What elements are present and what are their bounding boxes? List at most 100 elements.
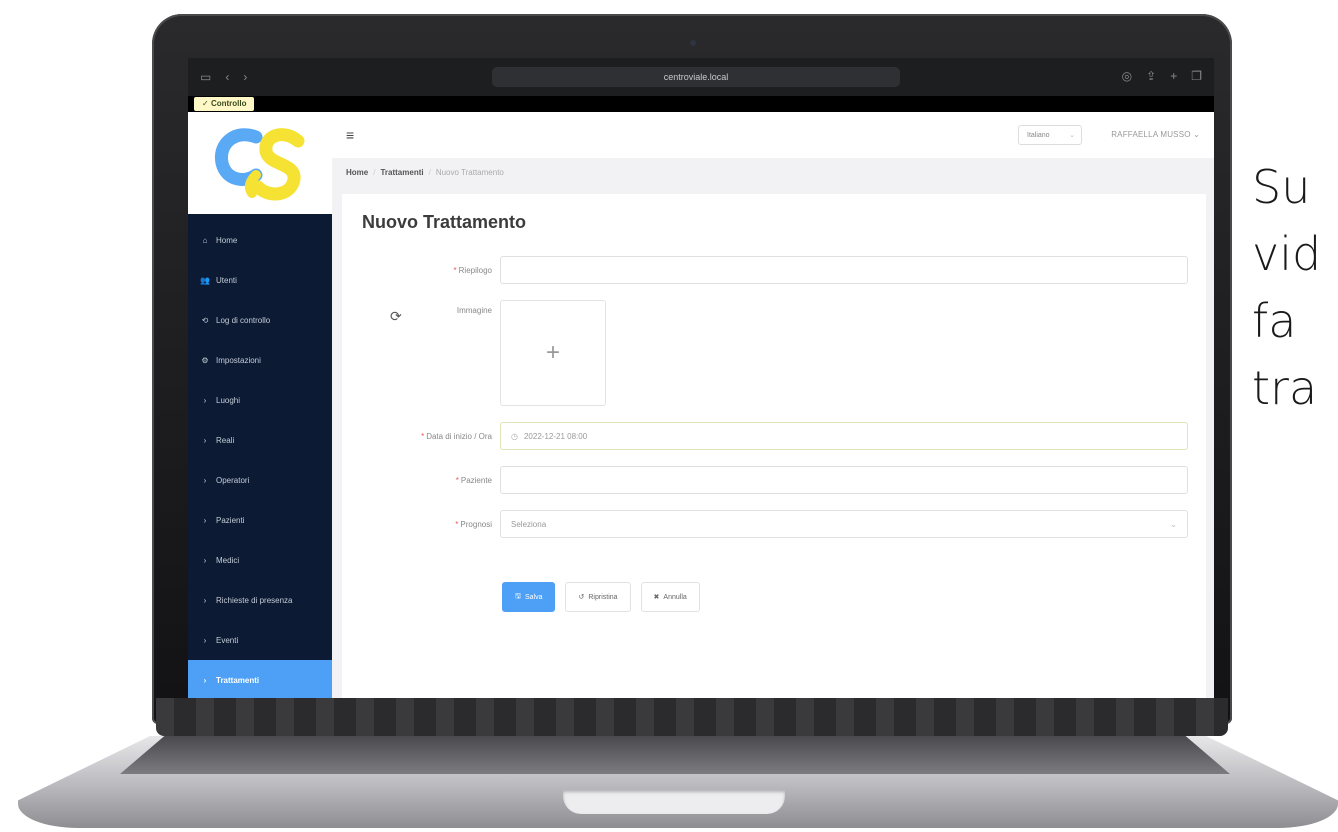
save-icon: 🖫 — [515, 592, 521, 600]
sidebar-nav: ⌂ Home 👥 Utenti ⟲ Log di controllo ⚙ Impostazio… — [188, 214, 332, 700]
sidebar-item-eventi[interactable]: › Eventi — [188, 620, 332, 660]
cancel-button[interactable]: ✖ Annulla — [640, 582, 700, 612]
sidebar-item-label: Log di controllo — [216, 315, 271, 325]
sidebar-item-operatori[interactable]: › Operatori — [188, 460, 332, 500]
page-title: Nuovo Trattamento — [362, 212, 527, 232]
side-caption: Su vid fa tra — [1252, 154, 1321, 422]
sidebar-item-pazienti[interactable]: › Pazienti — [188, 500, 332, 540]
close-icon: ✖ — [653, 594, 660, 601]
sidebar-item-label: Eventi — [216, 635, 239, 645]
sidebar-item-label: Home — [216, 235, 238, 245]
sidebar-item-richieste-di-presenza[interactable]: › Richieste di presenza — [188, 580, 332, 620]
gear-icon: ⚙ — [201, 355, 209, 365]
new-tab-icon[interactable]: + — [1170, 69, 1177, 83]
laptop-hinge — [156, 698, 1228, 736]
reset-button-label: Ripristina — [588, 593, 618, 601]
breadcrumb-home[interactable]: Home — [346, 168, 368, 177]
breadcrumb-section[interactable]: Trattamenti — [380, 168, 423, 177]
users-icon: 👥 — [200, 275, 210, 285]
sidebar-item-medici[interactable]: › Medici — [188, 540, 332, 580]
sidebar-item-label: Impostazioni — [216, 355, 261, 365]
sidebar-item-label: Operatori — [216, 475, 250, 485]
laptop-notch — [563, 790, 785, 814]
hamburger-menu-icon[interactable]: ≡ — [346, 127, 354, 143]
browser-toolbar: ▭ ‹ › centroviale.local ◎ ⇪ + ❐ — [188, 58, 1214, 96]
sidebar-item-label: Trattamenti — [216, 675, 260, 685]
riepilogo-input[interactable] — [500, 256, 1188, 284]
datetime-input[interactable]: ◷ 2022-12-21 08:00 — [500, 422, 1188, 450]
laptop-screen: ▭ ‹ › centroviale.local ◎ ⇪ + ❐ ✓ Contro… — [188, 58, 1214, 712]
paziente-label: * Paziente — [455, 475, 492, 485]
form-row-prognosi: * Prognosi Seleziona ⌄ — [342, 510, 1188, 538]
sidebar-item-trattamenti[interactable]: › Trattamenti — [188, 660, 332, 700]
laptop-lid: ▭ ‹ › centroviale.local ◎ ⇪ + ❐ ✓ Contro… — [152, 14, 1232, 724]
top-header: ≡ Italiano ⌄ RAFFAELLA MUSSO ⌄ — [332, 112, 1214, 158]
save-button[interactable]: 🖫 Salva — [502, 582, 556, 612]
caption-line: Su — [1252, 160, 1311, 214]
user-name: RAFFAELLA MUSSO — [1111, 130, 1191, 139]
form-card: Nuovo Trattamento ⟳ * Riepilogo Immagine … — [342, 194, 1206, 698]
tab-strip: ✓ Controllo — [188, 96, 1214, 112]
sidebar-item-label: Utenti — [216, 275, 237, 285]
paziente-input[interactable] — [500, 466, 1188, 494]
riepilogo-label: * Riepilogo — [453, 265, 492, 275]
share-icon[interactable]: ⇪ — [1146, 69, 1156, 83]
caption-line: fa — [1252, 294, 1297, 348]
sidebar-item-label: Medici — [216, 555, 240, 565]
sidebar-item-utenti[interactable]: 👥 Utenti — [188, 260, 332, 300]
breadcrumb-separator: / — [428, 167, 431, 177]
logo[interactable] — [188, 112, 332, 214]
url-text: centroviale.local — [663, 72, 729, 82]
log-icon: ⟲ — [201, 315, 209, 325]
chevron-right-icon: › — [203, 475, 207, 485]
browser-tab[interactable]: ✓ Controllo — [194, 97, 255, 111]
sidebar-item-home[interactable]: ⌂ Home — [188, 220, 332, 260]
calendar-icon: ◷ — [511, 431, 518, 441]
forward-icon[interactable]: › — [243, 70, 247, 84]
sidebar-toggle-icon[interactable]: ▭ — [200, 70, 211, 84]
chevron-right-icon: › — [203, 395, 207, 405]
tabs-overview-icon[interactable]: ❐ — [1191, 69, 1202, 83]
logo-mark — [214, 128, 305, 201]
plus-icon: + — [545, 339, 560, 366]
sidebar-item-label: Reali — [216, 435, 235, 445]
browser-tab-label: Controllo — [210, 99, 247, 108]
reset-button[interactable]: ↺ Ripristina — [565, 582, 631, 612]
caption-line: tra — [1252, 361, 1318, 415]
form-actions: 🖫 Salva ↺ Ripristina ✖ Annulla — [502, 582, 700, 612]
caption-line: vid — [1252, 227, 1322, 281]
sidebar-item-label: Richieste di presenza — [216, 595, 293, 605]
form-row-immagine: Immagine + — [342, 300, 606, 406]
undo-icon: ↺ — [578, 594, 585, 601]
image-upload[interactable]: + — [500, 300, 606, 406]
browser-actions: ◎ ⇪ + ❐ — [1122, 69, 1202, 83]
datetime-label: * Data di inizio / Ora — [421, 431, 492, 441]
chevron-right-icon: › — [203, 635, 207, 645]
app: ⌂ Home 👥 Utenti ⟲ Log di controllo ⚙ Impostazio… — [188, 112, 1214, 712]
chevron-right-icon: › — [203, 555, 207, 565]
sidebar-item-impostazioni[interactable]: ⚙ Impostazioni — [188, 340, 332, 380]
breadcrumb-current: Nuovo Trattamento — [435, 167, 504, 177]
chevron-right-icon: › — [203, 435, 207, 445]
form-row-paziente: * Paziente — [342, 466, 1188, 494]
camera — [690, 40, 696, 46]
chevron-down-icon: ⌄ — [1170, 519, 1177, 529]
download-icon[interactable]: ◎ — [1122, 69, 1132, 83]
sidebar-item-label: Pazienti — [216, 515, 245, 525]
form-row-riepilogo: * Riepilogo — [342, 256, 1188, 284]
user-menu[interactable]: RAFFAELLA MUSSO ⌄ — [1111, 130, 1200, 139]
back-icon[interactable]: ‹ — [225, 70, 229, 84]
sidebar: ⌂ Home 👥 Utenti ⟲ Log di controllo ⚙ Impostazio… — [188, 112, 332, 712]
form-row-datetime: * Data di inizio / Ora ◷ 2022-12-21 08:00 — [342, 422, 1188, 450]
url-bar[interactable]: centroviale.local — [492, 67, 900, 87]
sidebar-item-luoghi[interactable]: › Luoghi — [188, 380, 332, 420]
language-select[interactable]: Italiano ⌄ — [1018, 125, 1082, 145]
prognosi-select[interactable]: Seleziona ⌄ — [500, 510, 1188, 538]
cancel-button-label: Annulla — [663, 593, 687, 601]
immagine-label: Immagine — [456, 306, 492, 315]
chevron-right-icon: › — [203, 515, 207, 525]
sidebar-item-reali[interactable]: › Reali — [188, 420, 332, 460]
sidebar-item-log-di-controllo[interactable]: ⟲ Log di controllo — [188, 300, 332, 340]
language-select-value: Italiano — [1027, 131, 1050, 139]
breadcrumb-separator: / — [373, 167, 376, 177]
